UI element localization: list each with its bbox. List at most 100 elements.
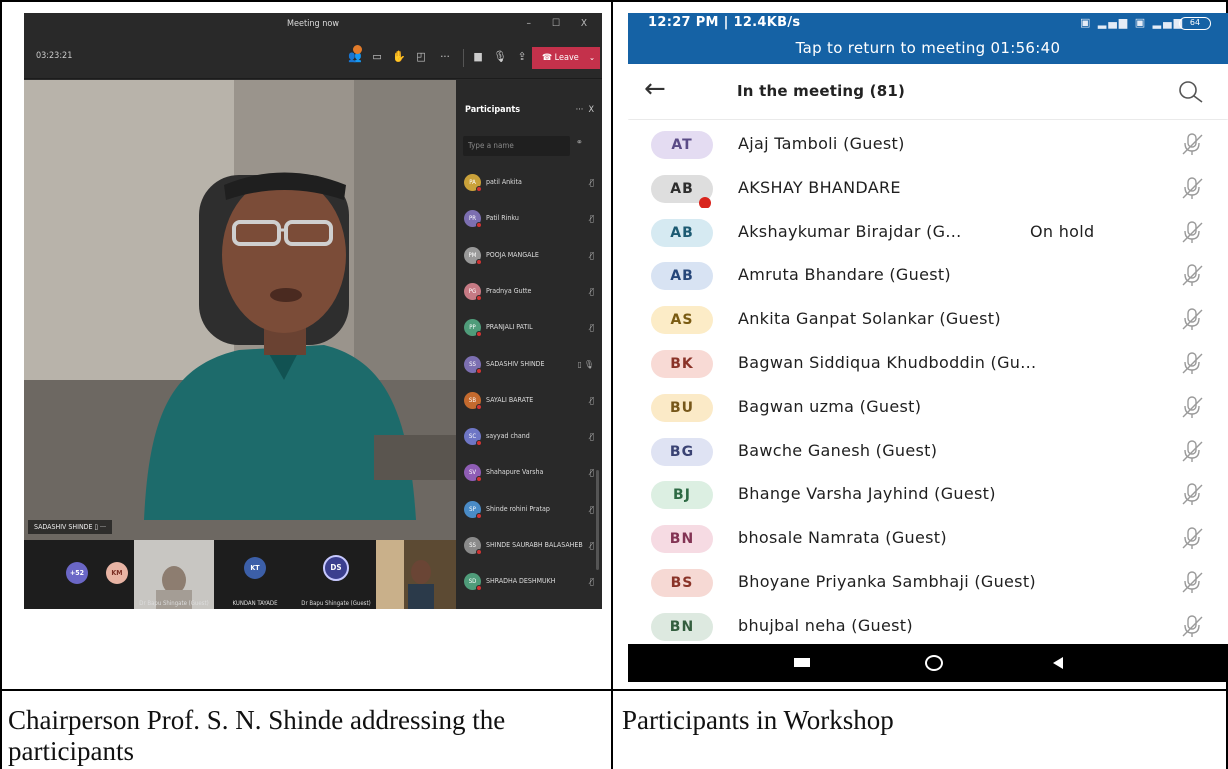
panel-participant-row[interactable]: PR Patil Rinku 🎙̸ bbox=[456, 206, 602, 234]
microphone-muted-icon bbox=[1179, 438, 1205, 464]
video-tile-2[interactable]: KT KUNDAN TAYADE bbox=[215, 540, 295, 609]
participant-name: POOJA MANGALE bbox=[486, 250, 539, 259]
panel-scrollbar[interactable] bbox=[596, 470, 599, 570]
panel-participant-row[interactable]: SC sayyad chand 🎙̸ bbox=[456, 424, 602, 452]
avatar-initials: SC bbox=[468, 433, 477, 441]
participant-row[interactable]: BG Bawche Ganesh (Guest) bbox=[628, 426, 1228, 475]
avatar-initials: PR bbox=[468, 215, 476, 223]
camera-icon[interactable]: ■ bbox=[471, 50, 485, 63]
avatar: SV bbox=[464, 464, 482, 483]
panel-title: Participants bbox=[465, 105, 521, 115]
microphone-muted-icon bbox=[1179, 306, 1205, 332]
avatar: SD bbox=[464, 573, 482, 592]
participant-name: sayyad chand bbox=[486, 432, 530, 441]
status-time: 12:27 PM | 12.4KB/s bbox=[648, 15, 801, 30]
participant-search-input[interactable]: Type a name bbox=[463, 136, 570, 156]
more-options-icon[interactable]: ··· bbox=[438, 50, 452, 63]
table-column-divider bbox=[611, 0, 613, 769]
participant-row[interactable]: BN bhosale Namrata (Guest) bbox=[628, 514, 1228, 563]
share-screen-icon[interactable]: ⇪ bbox=[515, 50, 529, 63]
microphone-muted-icon bbox=[1179, 481, 1205, 507]
participant-row[interactable]: AS Ankita Ganpat Solankar (Guest) bbox=[628, 295, 1228, 344]
participant-row[interactable]: AB AKSHAY BHANDARE bbox=[628, 163, 1228, 212]
participant-name: Bagwan Siddiqua Khudboddin (Gu... bbox=[738, 353, 1037, 372]
panel-participant-row[interactable]: SP Shinde rohini Pratap 🎙̸ bbox=[456, 497, 602, 525]
close-icon[interactable]: X bbox=[588, 105, 594, 115]
panel-participant-row[interactable]: SB SAYALI BARATE 🎙̸ bbox=[456, 388, 602, 416]
notification-dot bbox=[353, 45, 362, 54]
participant-row[interactable]: BJ Bhange Varsha Jayhind (Guest) bbox=[628, 470, 1228, 519]
invite-icon[interactable]: ⚭ bbox=[576, 138, 583, 148]
search-icon[interactable] bbox=[1176, 77, 1206, 107]
panel-participant-row[interactable]: PG Pradnya Gutte 🎙̸ bbox=[456, 279, 602, 307]
avatar: PM bbox=[464, 246, 482, 265]
avatar-initials: SP bbox=[469, 505, 476, 513]
microphone-icon[interactable]: 🎙 bbox=[493, 50, 507, 63]
microphone-muted-icon bbox=[1179, 262, 1205, 288]
participant-name: Akshaykumar Birajdar (G... bbox=[738, 221, 962, 241]
recent-apps-button[interactable] bbox=[794, 658, 810, 667]
speaker-video-frame bbox=[24, 80, 456, 540]
participant-row[interactable]: AT Ajaj Tamboli (Guest) bbox=[628, 120, 1228, 168]
participant-row[interactable]: AB Amruta Bhandare (Guest) bbox=[628, 251, 1228, 300]
video-tile-4[interactable] bbox=[376, 540, 456, 609]
avatar-badge: AT bbox=[651, 131, 713, 159]
panel-participant-row[interactable]: PM POOJA MANGALE 🎙̸ bbox=[456, 243, 602, 271]
avatar-initials: SS bbox=[469, 542, 476, 549]
microphone-muted-icon bbox=[1179, 394, 1205, 420]
participant-row[interactable]: BU Bagwan uzma (Guest) bbox=[628, 382, 1228, 431]
caption-left: Chairperson Prof. S. N. Shinde addressin… bbox=[8, 705, 506, 766]
window-controls[interactable]: – ☐ X bbox=[527, 18, 596, 29]
avatar-initials: PP bbox=[469, 324, 476, 332]
avatar-badge: AB bbox=[651, 262, 713, 291]
avatar: SB bbox=[464, 391, 482, 410]
participant-name: bhujbal neha (Guest) bbox=[738, 615, 913, 635]
meeting-controls-bar: 03:23:21 👥 ▭ ✋ ◰ ··· ■ 🎙 ⇪ ☎ Leave ⌄ bbox=[24, 35, 602, 79]
home-button[interactable] bbox=[925, 655, 943, 671]
panel-close-button[interactable]: ··· X bbox=[576, 105, 594, 115]
chevron-down-icon[interactable]: ⌄ bbox=[589, 47, 595, 69]
speaker-name-tag: SADASHIV SHINDE ▯ ··· bbox=[28, 520, 112, 534]
microphone-muted-icon: 🎙̸ bbox=[589, 504, 594, 514]
participant-row[interactable]: BS Bhoyane Priyanka Sambhaji (Guest) bbox=[628, 558, 1228, 606]
avatar: SS bbox=[464, 537, 482, 555]
back-arrow-icon[interactable]: ← bbox=[644, 76, 666, 102]
window-title: Meeting now bbox=[287, 19, 339, 29]
panel-more-icon[interactable]: ··· bbox=[576, 105, 584, 115]
participant-name: Shahapure Varsha bbox=[486, 468, 544, 477]
back-button[interactable] bbox=[1053, 657, 1063, 669]
raise-hand-icon[interactable]: ✋ bbox=[392, 50, 406, 63]
chat-icon[interactable]: ▭ bbox=[370, 50, 384, 63]
caption-right: Participants in Workshop bbox=[622, 705, 894, 735]
avatar-badge: BK bbox=[651, 350, 713, 378]
participant-name: bhosale Namrata (Guest) bbox=[738, 528, 947, 548]
avatar-initials: SV bbox=[468, 469, 477, 477]
participant-row[interactable]: AB Akshaykumar Birajdar (G... On hold bbox=[628, 207, 1228, 256]
return-to-meeting-banner[interactable]: Tap to return to meeting 01:56:40 bbox=[628, 33, 1228, 64]
avatar-badge: AS bbox=[651, 306, 713, 335]
panel-participant-row[interactable]: PA patil Ankita 🎙̸ bbox=[456, 170, 602, 198]
panel-participant-row[interactable]: SV Shahapure Varsha 🎙̸ bbox=[456, 460, 602, 488]
rooms-icon[interactable]: ◰ bbox=[414, 50, 428, 63]
video-tile-3[interactable]: DS Dr Bapu Shingate (Guest) bbox=[296, 540, 376, 609]
panel-participant-row[interactable]: PP PRANJALI PATIL 🎙̸ bbox=[456, 315, 602, 343]
status-dot bbox=[476, 549, 482, 555]
battery-indicator: 64 bbox=[1179, 17, 1211, 30]
speaker-name: SADASHIV SHINDE bbox=[34, 523, 93, 531]
participant-name: SHRADHA DESHMUKH bbox=[486, 577, 556, 586]
avatar-kt: KT bbox=[244, 557, 266, 579]
video-tile-1[interactable]: Dr Bapu Shingate (Guest) bbox=[134, 540, 214, 609]
status-dot bbox=[476, 585, 482, 592]
title-bar: Meeting now – ☐ X bbox=[24, 13, 602, 35]
leave-button[interactable]: ☎ Leave ⌄ bbox=[532, 47, 600, 69]
panel-participant-row[interactable]: SD SHRADHA DESHMUKH 🎙̸ bbox=[456, 569, 602, 597]
participant-name: Shinde rohini Pratap bbox=[486, 504, 550, 513]
avatar: PG bbox=[464, 282, 482, 301]
panel-participant-row[interactable]: SS SHINDE SAURABH BALASAHEB 🎙̸ bbox=[456, 533, 602, 561]
microphone-muted-icon bbox=[1179, 613, 1205, 639]
panel-participant-row[interactable]: SS SADASHIV SHINDE ▯ 🎙 bbox=[456, 352, 602, 380]
participant-row[interactable]: BN bhujbal neha (Guest) bbox=[628, 601, 1228, 650]
participant-row[interactable]: BK Bagwan Siddiqua Khudboddin (Gu... bbox=[628, 339, 1228, 387]
microphone-muted-icon: 🎙̸ bbox=[589, 323, 594, 333]
more-participants-badge[interactable]: +52 bbox=[66, 562, 88, 584]
